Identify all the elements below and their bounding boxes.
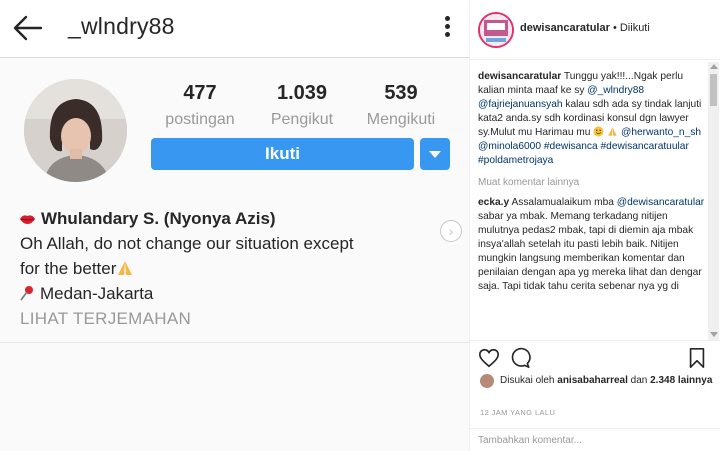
praying-hands-icon [118, 261, 133, 275]
pushpin-icon [20, 286, 33, 301]
mention-link[interactable]: @herwanto_n_sh [621, 127, 701, 138]
stat-following[interactable]: 539 Mengikuti [356, 82, 446, 129]
post-author-line: dewisancaratular • Diikuti [520, 22, 650, 34]
stat-followers-label: Pengikut [270, 111, 334, 128]
bio-location: Medan-Jakarta [40, 284, 154, 303]
comment-bubble-icon[interactable] [509, 347, 531, 369]
smile-emoji-icon [593, 126, 604, 137]
bio-line-2: for the better [20, 259, 117, 278]
stat-posts-value: 477 [183, 82, 217, 104]
profile-bio: Whulandary S. (Nyonya Azis) Oh Allah, do… [20, 206, 440, 331]
caption-author[interactable]: dewisancaratular [478, 71, 561, 82]
comment-author[interactable]: ecka.y [478, 197, 509, 208]
caption: dewisancaratular Tunggu yak!!!...Ngak pe… [478, 70, 706, 168]
heart-icon[interactable] [478, 347, 500, 369]
stat-following-value: 539 [384, 82, 418, 104]
stat-followers-value: 1.039 [276, 82, 328, 104]
stat-posts[interactable]: 477 postingan [160, 82, 240, 129]
scroll-thumb[interactable] [710, 74, 717, 106]
mention-link[interactable]: @_wlndry88 [587, 85, 644, 96]
profile-username: _wlndry88 [68, 13, 175, 39]
mention-link[interactable]: @minola6000 [478, 141, 541, 152]
mention-link[interactable]: @fajriejanuansyah [478, 99, 563, 110]
stat-following-label: Mengikuti [366, 111, 436, 128]
mention-link[interactable]: @dewisancaratular [617, 197, 704, 208]
likes-mid: dan [630, 375, 648, 386]
likes-count[interactable]: 2.348 lainnya [650, 375, 712, 386]
follow-button[interactable]: Ikuti [151, 138, 414, 170]
comment-item: ecka.y Assalamualaikum mba @dewisancarat… [478, 196, 706, 294]
comment-text-1: Assalamualaikum mba [511, 197, 614, 208]
comment-text-2: sabar ya mbak. Memang terkadang nitijen … [478, 211, 702, 292]
comments-list: dewisancaratular Tunggu yak!!!...Ngak pe… [478, 70, 706, 294]
liker-avatar [480, 374, 494, 388]
scroll-up-arrow-icon[interactable] [710, 64, 718, 69]
profile-header: _wlndry88 [0, 0, 469, 58]
praying-hands-icon [608, 127, 617, 136]
post-author-avatar[interactable] [478, 12, 514, 48]
kiss-lips-icon [20, 214, 35, 224]
follow-status[interactable]: Diikuti [620, 22, 650, 34]
see-translation-link[interactable]: LIHAT TERJEMAHAN [20, 306, 440, 331]
divider [0, 342, 469, 343]
suggestions-dropdown-button[interactable] [420, 138, 450, 170]
stat-posts-label: postingan [165, 111, 235, 128]
post-panel: dewisancaratular • Diikuti dewisancaratu… [469, 0, 720, 451]
chevron-right-icon[interactable]: › [440, 220, 462, 242]
divider [470, 428, 720, 429]
comments-scrollbar[interactable] [708, 62, 719, 340]
profile-screenshot: _wlndry88 477 postingan 1.039 Pengikut 5… [0, 0, 469, 451]
post-timestamp[interactable]: 12 JAM YANG LALU [480, 408, 555, 417]
profile-display-name: Whulandary S. (Nyonya Azis) [41, 209, 276, 228]
post-author-username[interactable]: dewisancaratular [520, 22, 610, 34]
more-vertical-icon[interactable] [440, 16, 454, 42]
liker-username[interactable]: anisabaharreal [557, 375, 628, 386]
bookmark-icon[interactable] [686, 347, 708, 369]
dot-separator: • [612, 22, 620, 34]
stat-followers[interactable]: 1.039 Pengikut [257, 82, 347, 129]
likes-summary: Disukai oleh anisabaharreal dan 2.348 la… [480, 374, 715, 388]
bio-line-1: Oh Allah, do not change our situation ex… [20, 234, 354, 253]
post-header: dewisancaratular • Diikuti [470, 0, 720, 60]
scroll-down-arrow-icon[interactable] [710, 332, 718, 337]
divider [470, 340, 720, 341]
profile-avatar [24, 79, 127, 182]
likes-prefix: Disukai oleh [500, 375, 555, 386]
arrow-left-icon[interactable] [10, 12, 44, 44]
chevron-down-icon [429, 150, 441, 158]
load-more-comments-button[interactable]: Muat komentar lainnya [478, 176, 706, 190]
add-comment-input[interactable] [478, 435, 708, 446]
